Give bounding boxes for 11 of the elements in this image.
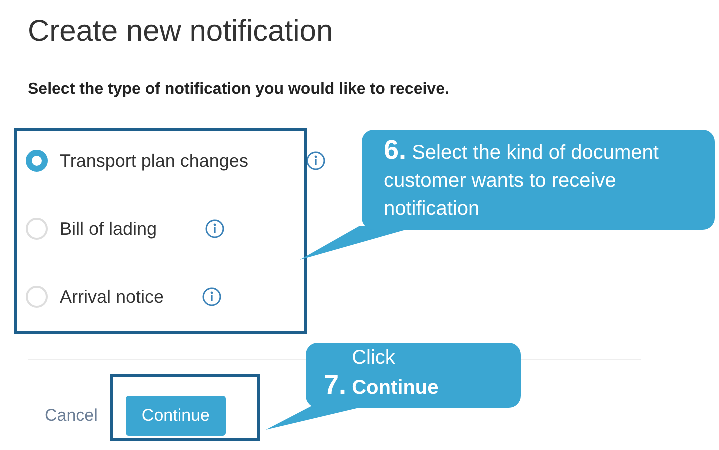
option-label: Bill of lading [60, 218, 158, 240]
dialog-title: Create new notification [28, 14, 334, 50]
prompt-text: Select the type of notification you would like to receive. [28, 81, 450, 99]
info-icon[interactable] [202, 287, 222, 307]
continue-button[interactable]: Continue [126, 396, 226, 436]
info-icon[interactable] [205, 219, 226, 239]
radio-button[interactable] [26, 150, 48, 172]
info-icon[interactable] [306, 151, 326, 171]
option-label: Arrival notice [60, 286, 164, 308]
cancel-link[interactable]: Cancel [45, 406, 98, 426]
option-label: Transport plan changes [60, 150, 248, 172]
